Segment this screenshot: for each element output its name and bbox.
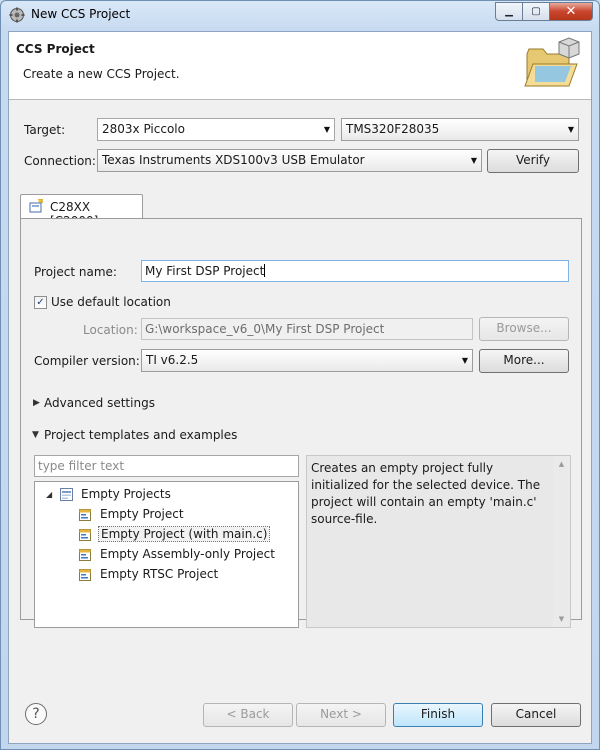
new-project-folder-icon	[524, 37, 580, 87]
tree-item-empty-projects[interactable]: Empty Projects	[59, 485, 259, 504]
compiler-version-label: Compiler version:	[34, 354, 140, 368]
connection-label: Connection:	[24, 154, 96, 168]
template-tree[interactable]: ◢ Empty Projects Empty Project Empty Pro…	[34, 481, 299, 628]
target-device-combo[interactable]: TMS320F28035 ▼	[341, 118, 579, 141]
page-description: Create a new CCS Project.	[23, 67, 180, 81]
compiler-version-value: TI v6.2.5	[146, 353, 199, 367]
tree-item-label: Empty Project (with main.c)	[98, 526, 271, 542]
tree-item-empty-project-main-c[interactable]: Empty Project (with main.c)	[78, 525, 278, 544]
maximize-button[interactable]: ▢	[522, 2, 549, 21]
template-description-box: Creates an empty project fully initializ…	[306, 455, 571, 628]
tree-item-empty-rtsc-project[interactable]: Empty RTSC Project	[78, 565, 278, 584]
use-default-location-label[interactable]: Use default location	[51, 295, 171, 309]
target-family-value: 2803x Piccolo	[102, 122, 185, 136]
template-icon	[79, 549, 91, 561]
page-title: CCS Project	[16, 42, 95, 56]
dropdown-arrow-icon: ▼	[323, 125, 330, 134]
tree-item-empty-project[interactable]: Empty Project	[78, 505, 278, 524]
tree-item-label: Empty Project	[100, 507, 184, 521]
template-filter-input[interactable]: type filter text	[34, 455, 299, 477]
finish-button[interactable]: Finish	[393, 703, 483, 727]
scroll-down-icon[interactable]: ▼	[553, 611, 570, 627]
target-device-value: TMS320F28035	[346, 122, 440, 136]
connection-combo[interactable]: Texas Instruments XDS100v3 USB Emulator …	[97, 149, 482, 172]
dropdown-arrow-icon: ▼	[461, 356, 468, 365]
close-button[interactable]: ✕	[549, 2, 593, 21]
tab-c28xx[interactable]: C28XX [C2000]	[20, 194, 143, 228]
collapsed-arrow-icon[interactable]: ▶	[33, 398, 40, 408]
target-label: Target:	[24, 123, 66, 137]
more-button[interactable]: More...	[479, 349, 569, 373]
template-icon	[79, 509, 91, 521]
minimize-button[interactable]: ▁	[495, 2, 522, 21]
scroll-up-icon[interactable]: ▲	[553, 456, 570, 472]
help-button[interactable]: ?	[25, 703, 47, 725]
next-button[interactable]: Next >	[296, 703, 386, 727]
window-controls: ▁ ▢ ✕	[495, 2, 593, 21]
description-scrollbar[interactable]: ▲ ▼	[553, 456, 570, 627]
expanded-arrow-icon[interactable]: ▼	[32, 430, 39, 440]
tree-item-label: Empty Projects	[81, 487, 171, 501]
back-button[interactable]: < Back	[203, 703, 293, 727]
template-description-text: Creates an empty project fully initializ…	[311, 461, 541, 526]
window-title: New CCS Project	[31, 7, 131, 21]
wizard-header: CCS Project Create a new CCS Project.	[9, 32, 591, 100]
project-name-input[interactable]: My First DSP Project	[141, 260, 569, 282]
template-icon	[79, 529, 91, 541]
location-value: G:\workspace_v6_0\My First DSP Project	[145, 322, 385, 336]
tree-expanded-icon[interactable]: ◢	[46, 490, 52, 499]
maximize-icon: ▢	[531, 6, 541, 17]
dropdown-arrow-icon: ▼	[567, 125, 574, 134]
project-templates-toggle[interactable]: Project templates and examples	[44, 428, 237, 442]
browse-button[interactable]: Browse...	[479, 317, 569, 341]
location-input: G:\workspace_v6_0\My First DSP Project	[141, 318, 473, 340]
text-caret	[264, 264, 266, 277]
compiler-version-combo[interactable]: TI v6.2.5 ▼	[141, 349, 473, 372]
tree-item-empty-assembly-project[interactable]: Empty Assembly-only Project	[78, 545, 288, 564]
tree-item-label: Empty RTSC Project	[100, 567, 219, 581]
location-label: Location:	[83, 323, 138, 337]
connection-value: Texas Instruments XDS100v3 USB Emulator	[102, 153, 365, 167]
dropdown-arrow-icon: ▼	[470, 156, 477, 165]
checkmark-icon: ✓	[36, 297, 45, 308]
device-tab-icon	[29, 199, 43, 213]
title-bar[interactable]: New CCS Project ▁ ▢ ✕	[1, 1, 599, 29]
minimize-icon: ▁	[505, 6, 513, 17]
project-name-value: My First DSP Project	[145, 264, 265, 278]
close-icon: ✕	[565, 4, 577, 19]
advanced-settings-toggle[interactable]: Advanced settings	[44, 396, 155, 410]
verify-button[interactable]: Verify	[487, 149, 579, 173]
project-name-label: Project name:	[34, 265, 117, 279]
tree-item-label: Empty Assembly-only Project	[100, 547, 275, 561]
dialog-client: CCS Project Create a new CCS Project. Ta…	[8, 31, 592, 744]
template-filter-placeholder: type filter text	[38, 459, 125, 473]
tab-panel: Project name: My First DSP Project ✓ Use…	[20, 218, 582, 628]
dialog-window: New CCS Project ▁ ▢ ✕ CCS Project Create…	[0, 0, 600, 750]
ccs-app-icon	[9, 7, 25, 23]
template-group-icon	[60, 488, 73, 501]
cancel-button[interactable]: Cancel	[491, 703, 581, 727]
use-default-location-checkbox[interactable]: ✓	[34, 296, 47, 309]
target-family-combo[interactable]: 2803x Piccolo ▼	[97, 118, 335, 141]
template-icon	[79, 569, 91, 581]
